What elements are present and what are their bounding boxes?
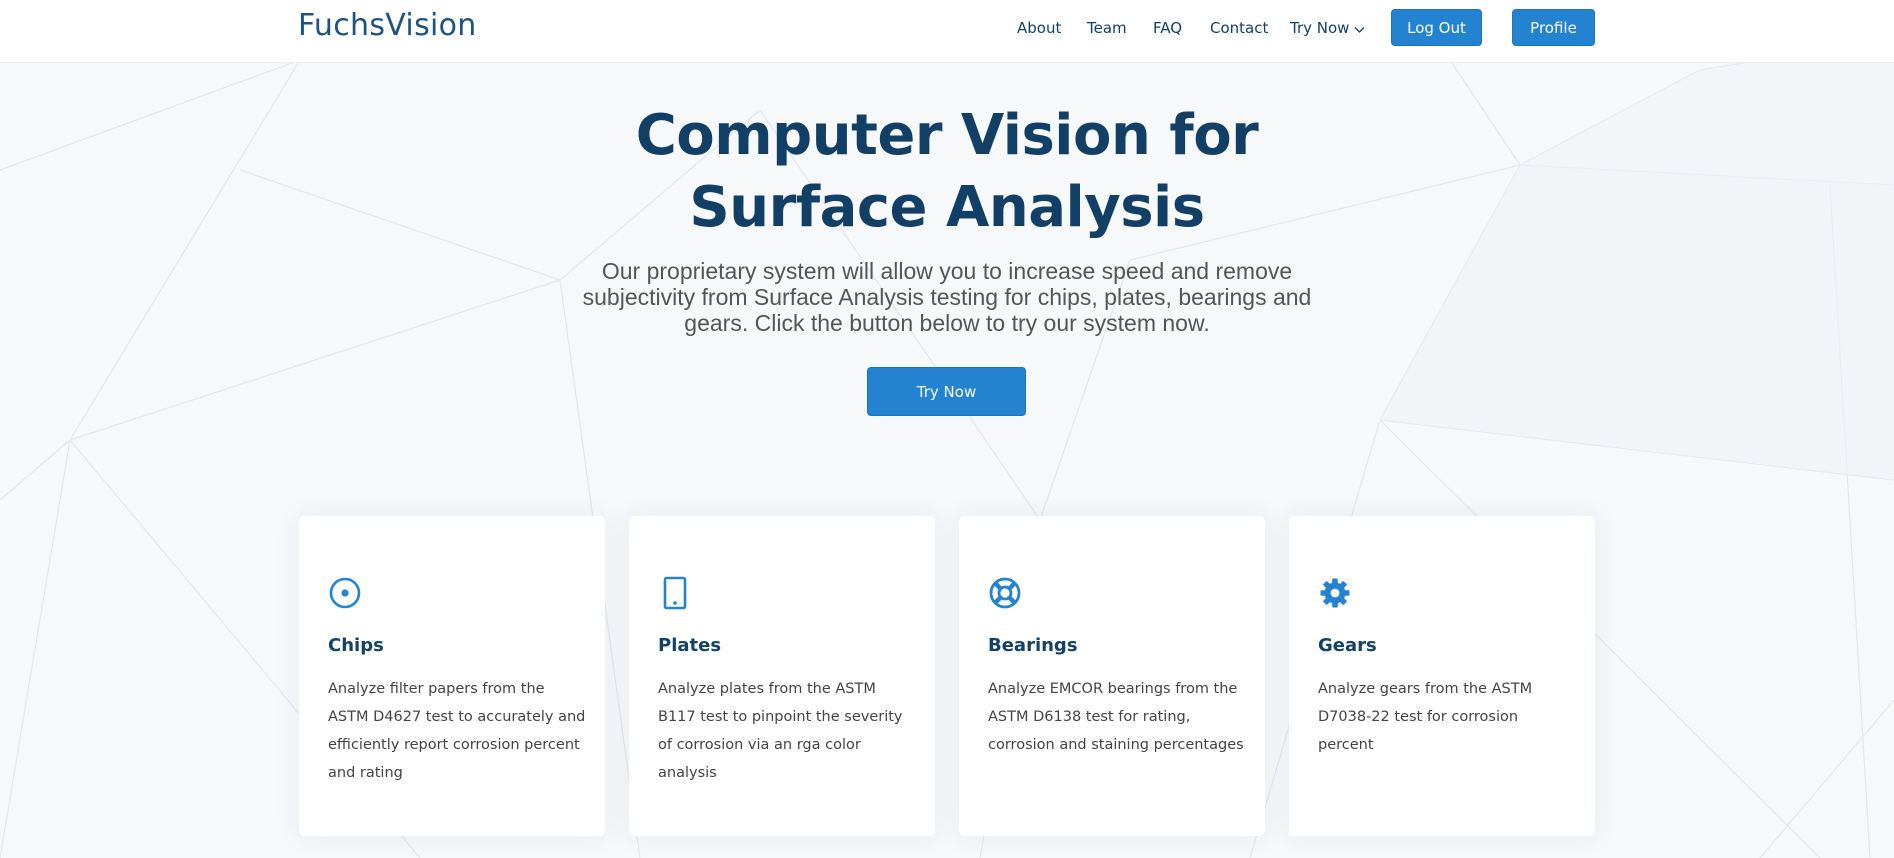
- nav-team[interactable]: Team: [1087, 19, 1127, 37]
- life-ring-icon: [988, 576, 1022, 610]
- nav-contact[interactable]: Contact: [1210, 19, 1268, 37]
- log-out-button[interactable]: Log Out: [1391, 9, 1482, 46]
- card-title: Gears: [1318, 635, 1377, 656]
- brand-logo[interactable]: FuchsVision: [298, 8, 477, 43]
- card-title: Bearings: [988, 635, 1078, 656]
- hero-subtitle: Our proprietary system will allow you to…: [582, 258, 1312, 336]
- top-navbar: FuchsVision About Team FAQ Contact Try N…: [0, 0, 1894, 63]
- card-description: Analyze plates from the ASTM B117 test t…: [658, 681, 903, 781]
- try-now-button[interactable]: Try Now: [867, 367, 1026, 416]
- card-plates[interactable]: Plates Analyze plates from the ASTM B117…: [629, 516, 935, 836]
- card-gears[interactable]: Gears Analyze gears from the ASTM D7038-…: [1289, 516, 1595, 836]
- nav-try-now-dropdown[interactable]: Try Now: [1290, 19, 1365, 38]
- card-bearings[interactable]: Bearings Analyze EMCOR bearings from the…: [959, 516, 1265, 836]
- nav-try-now-label: Try Now: [1290, 19, 1350, 37]
- profile-button[interactable]: Profile: [1512, 9, 1595, 46]
- card-description: Analyze gears from the ASTM D7038-22 tes…: [1318, 681, 1533, 753]
- card-chips[interactable]: Chips Analyze filter papers from the AST…: [299, 516, 605, 836]
- tablet-icon: [658, 576, 692, 610]
- target-icon: [328, 576, 362, 610]
- chevron-down-icon: [1354, 20, 1365, 38]
- card-title: Plates: [658, 635, 722, 656]
- nav-faq[interactable]: FAQ: [1153, 19, 1182, 37]
- gear-icon: [1318, 576, 1352, 610]
- nav-about[interactable]: About: [1017, 19, 1061, 37]
- card-title: Chips: [328, 635, 384, 656]
- hero-title: Computer Vision for Surface Analysis: [635, 103, 1259, 240]
- card-description: Analyze EMCOR bearings from the ASTM D61…: [988, 681, 1244, 753]
- card-description: Analyze filter papers from the ASTM D462…: [328, 681, 586, 781]
